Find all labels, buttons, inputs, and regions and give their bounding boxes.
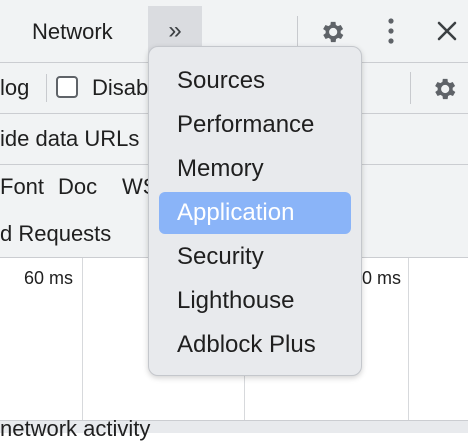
filter-font[interactable]: Font — [0, 162, 44, 212]
disable-cache-checkbox[interactable] — [56, 76, 78, 98]
toolbar-divider — [410, 72, 411, 104]
menu-item-adblock-plus[interactable]: Adblock Plus — [159, 324, 351, 366]
filter-doc[interactable]: Doc — [58, 162, 97, 212]
network-settings-gear-icon[interactable] — [430, 75, 458, 103]
timeline-gridline — [82, 258, 83, 420]
preserve-log-label: log — [0, 75, 30, 100]
gear-icon[interactable] — [318, 18, 346, 46]
menu-item-security[interactable]: Security — [159, 236, 351, 278]
disable-cache-label: Disab — [92, 75, 149, 100]
tab-network-label: Network — [32, 19, 113, 44]
hide-data-urls-label[interactable]: ide data URLs — [0, 114, 139, 164]
menu-item-application[interactable]: Application — [159, 192, 351, 234]
tab-network[interactable]: Network — [0, 6, 148, 58]
menu-item-lighthouse[interactable]: Lighthouse — [159, 280, 351, 322]
menu-item-memory[interactable]: Memory — [159, 148, 351, 190]
more-tabs-dropdown: Sources Performance Memory Application S… — [148, 46, 362, 376]
toolbar-divider — [297, 16, 298, 48]
chevron-double-right-icon: » — [168, 17, 182, 44]
blocked-requests-label[interactable]: d Requests — [0, 209, 111, 259]
close-icon[interactable] — [432, 16, 462, 46]
timeline-label-partial: 0 ms — [362, 268, 402, 288]
menu-item-sources[interactable]: Sources — [159, 60, 351, 102]
menu-item-performance[interactable]: Performance — [159, 104, 351, 146]
kebab-menu-icon[interactable] — [386, 16, 396, 46]
timeline-label-60ms: 60 ms — [24, 268, 74, 288]
timeline-gridline — [408, 258, 409, 420]
network-activity-text: network activity — [0, 416, 151, 441]
toolbar-divider — [46, 74, 47, 102]
